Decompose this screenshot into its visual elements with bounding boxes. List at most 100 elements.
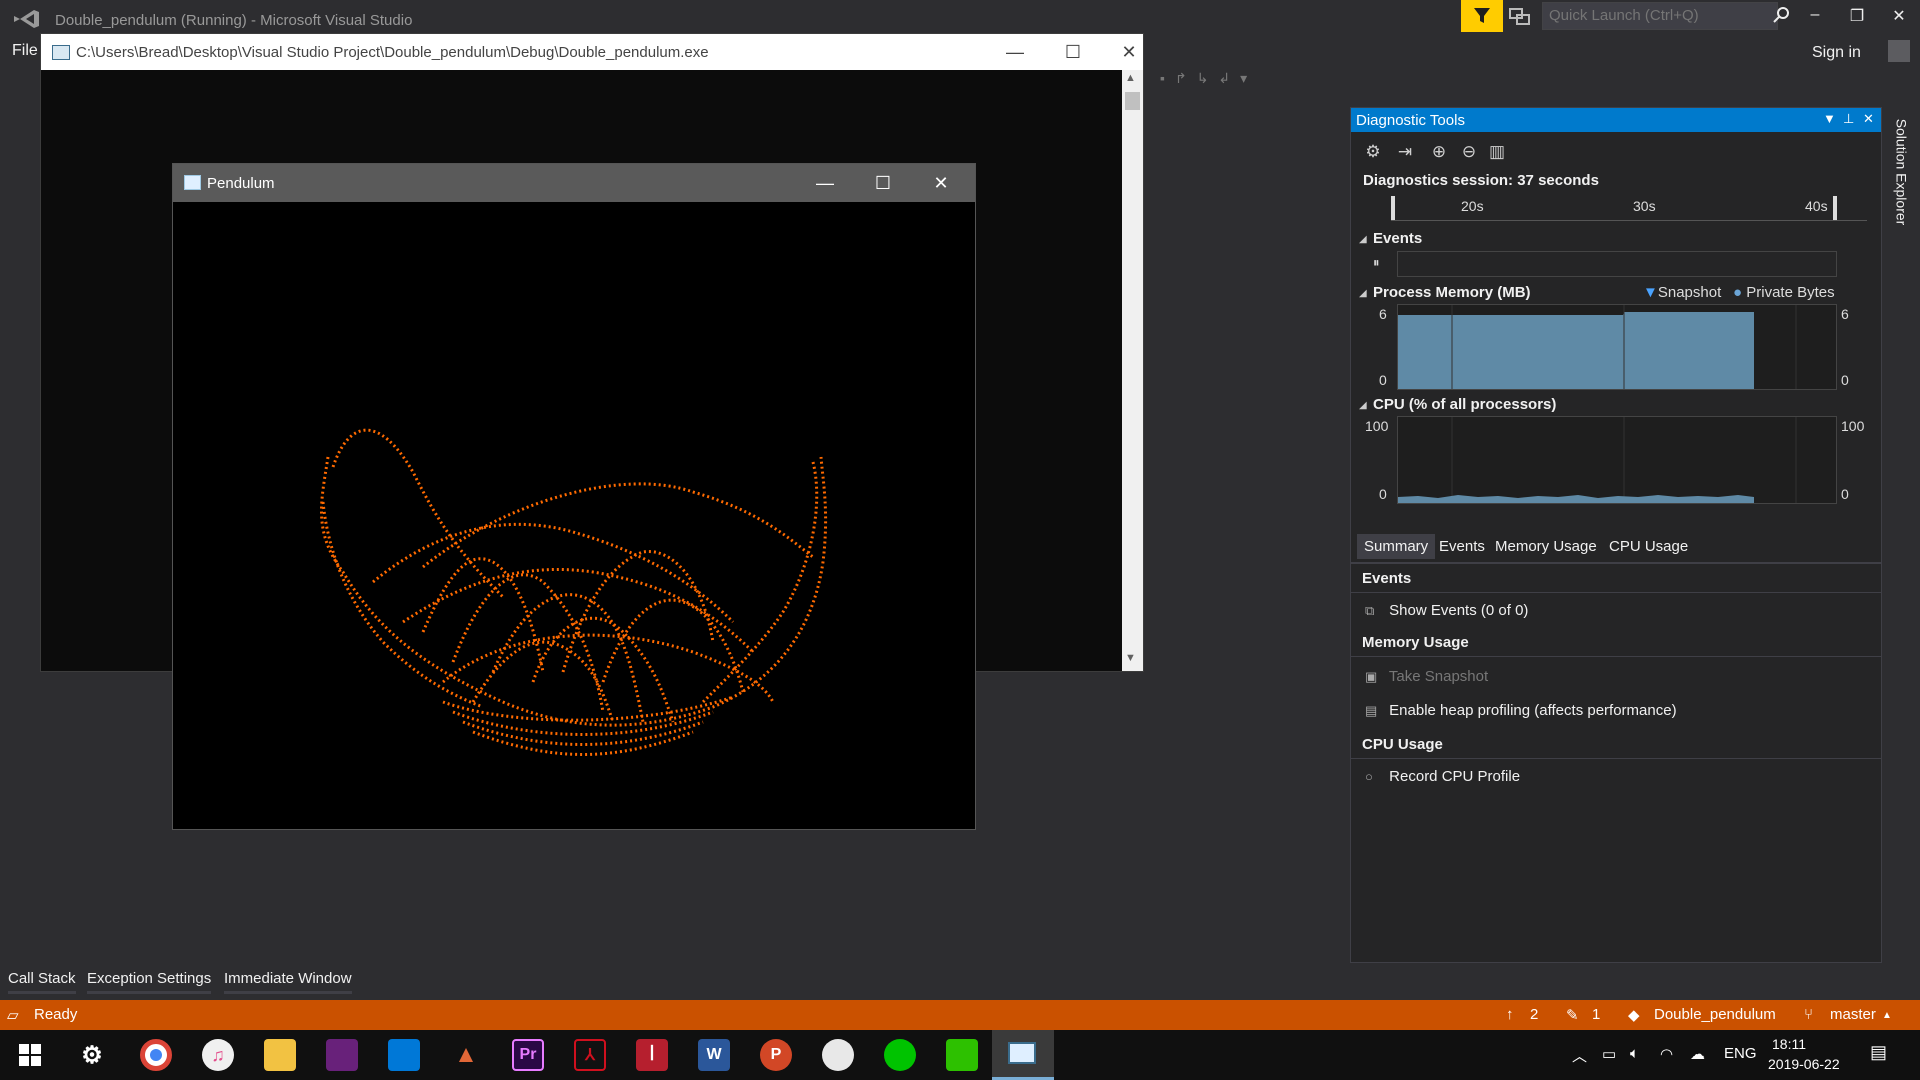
premiere-icon[interactable]: Pr (512, 1039, 544, 1071)
pendulum-close-button[interactable]: ✕ (919, 168, 963, 198)
feedback-icon[interactable] (1508, 7, 1532, 27)
filter-icon (1474, 8, 1490, 23)
collapse-triangle-icon[interactable]: ◢ (1359, 288, 1367, 299)
private-bytes-legend: ● Private Bytes (1733, 284, 1835, 301)
vs-minimize-button[interactable]: – (1800, 6, 1830, 28)
events-track[interactable] (1397, 251, 1837, 277)
tab-call-stack[interactable]: Call Stack (8, 970, 76, 994)
diagnostic-tools-header[interactable]: Diagnostic Tools ▼ ⊥ ✕ (1351, 108, 1881, 132)
vs-restore-button[interactable]: ❐ (1842, 6, 1872, 28)
pending-changes-count[interactable]: 1 (1592, 1006, 1600, 1023)
windows-logo-icon (19, 1044, 41, 1066)
itunes-icon[interactable]: ♫ (202, 1039, 234, 1071)
pendulum-titlebar[interactable]: Pendulum — ☐ ✕ (173, 164, 975, 202)
branch-icon[interactable]: ⑂ (1804, 1006, 1813, 1023)
collapse-triangle-icon[interactable]: ◢ (1359, 400, 1367, 411)
timeline-end-handle[interactable] (1833, 196, 1837, 220)
onedrive-icon[interactable]: ☁︎ (1690, 1045, 1705, 1063)
console-scrollbar[interactable]: ▲ ▼ (1122, 70, 1143, 671)
visual-studio-icon[interactable] (326, 1039, 358, 1071)
start-icon[interactable] (14, 1039, 46, 1071)
export-icon[interactable]: ⇥ (1395, 142, 1415, 162)
scroll-down-arrow-icon[interactable]: ▼ (1125, 652, 1136, 664)
tab-cpu-usage[interactable]: CPU Usage (1609, 538, 1688, 555)
process-memory-chart[interactable] (1397, 304, 1837, 390)
debug-toolbar-icons[interactable]: ▪↱↳↲▾ (1160, 70, 1257, 87)
tray-expand-icon[interactable]: ︿ (1572, 1045, 1587, 1066)
repo-icon[interactable]: ◆ (1628, 1006, 1640, 1024)
push-arrow-icon[interactable]: ↑ (1506, 1006, 1514, 1023)
pin-icon[interactable]: ⊥ (1843, 111, 1854, 127)
record-cpu-profile-button[interactable]: ○ Record CPU Profile (1365, 768, 1520, 785)
clock-time[interactable]: 18:11 (1772, 1036, 1806, 1052)
tab-immediate-window[interactable]: Immediate Window (224, 970, 352, 994)
pendulum-app-taskbar-button[interactable] (992, 1030, 1054, 1080)
tab-exception-settings[interactable]: Exception Settings (87, 970, 212, 994)
collapse-triangle-icon[interactable]: ◢ (1359, 234, 1367, 245)
mendeley-icon[interactable]: ꟾ (636, 1039, 668, 1071)
notification-icon[interactable]: ▤ (1870, 1042, 1887, 1063)
console-close-button[interactable]: ✕ (1107, 38, 1151, 66)
ruler-label: 40s (1805, 198, 1828, 214)
zoom-out-icon[interactable]: ⊖ (1459, 142, 1479, 162)
show-events-link[interactable]: ⧉ Show Events (0 of 0) (1365, 602, 1528, 619)
cpu-area (1398, 495, 1754, 503)
acrobat-icon[interactable]: ⅄ (574, 1039, 606, 1071)
clock-date[interactable]: 2019-06-22 (1768, 1056, 1840, 1072)
timeline-start-handle[interactable] (1391, 196, 1395, 220)
settings-gear-icon[interactable]: ⚙ (1363, 142, 1383, 162)
close-icon[interactable]: ✕ (1863, 111, 1874, 127)
chrome-icon[interactable] (140, 1039, 172, 1071)
matlab-icon[interactable]: ▲ (450, 1039, 482, 1071)
account-icon[interactable] (1888, 40, 1910, 62)
language-indicator[interactable]: ENG (1724, 1045, 1757, 1062)
camera-icon: ▣ (1365, 669, 1378, 684)
settings-icon[interactable]: ⚙ (76, 1039, 108, 1071)
scroll-up-arrow-icon[interactable]: ▲ (1125, 72, 1136, 84)
tab-summary[interactable]: Summary (1357, 534, 1436, 559)
console-maximize-button[interactable]: ☐ (1051, 38, 1095, 66)
solution-explorer-tab[interactable]: Solution Explorer (1888, 104, 1910, 244)
pause-icon[interactable]: ⏸ (1373, 255, 1380, 271)
take-snapshot-button[interactable]: ▣ Take Snapshot (1365, 668, 1488, 685)
zoom-in-icon[interactable]: ⊕ (1429, 142, 1449, 162)
console-titlebar[interactable]: C:\Users\Bread\Desktop\Visual Studio Pro… (41, 34, 1143, 70)
console-minimize-button[interactable]: — (993, 38, 1037, 66)
line-icon[interactable] (884, 1039, 916, 1071)
quick-launch-box[interactable] (1542, 2, 1778, 30)
feedback-filter-button[interactable] (1461, 0, 1503, 32)
menu-file[interactable]: File (12, 42, 38, 60)
output-icon[interactable]: ▱ (7, 1006, 19, 1024)
chart-settings-icon[interactable]: ▥ (1487, 142, 1507, 162)
heap-profiling-toggle[interactable]: ▤ Enable heap profiling (affects perform… (1365, 702, 1677, 719)
push-count[interactable]: 2 (1530, 1006, 1538, 1023)
word-icon[interactable]: W (698, 1039, 730, 1071)
cpu-chart[interactable] (1397, 416, 1837, 504)
record-icon: ○ (1365, 769, 1373, 784)
wifi-icon[interactable]: ◠ (1660, 1045, 1673, 1063)
vs-close-button[interactable]: ✕ (1884, 6, 1914, 28)
repo-name[interactable]: Double_pendulum (1654, 1006, 1776, 1023)
tab-events[interactable]: Events (1439, 538, 1485, 555)
vscode-icon[interactable] (388, 1039, 420, 1071)
dropdown-icon[interactable]: ▼ (1823, 111, 1836, 126)
pendulum-maximize-button[interactable]: ☐ (861, 168, 905, 198)
pencil-icon[interactable]: ✎ (1566, 1006, 1579, 1024)
powerpoint-icon[interactable]: P (760, 1039, 792, 1071)
summary-events-header: Events (1351, 564, 1881, 593)
quick-launch-input[interactable] (1543, 3, 1749, 27)
search-icon[interactable] (1772, 6, 1790, 24)
timeline-ruler[interactable]: 20s 30s 40s (1391, 196, 1867, 221)
battery-icon[interactable]: ▭ (1602, 1045, 1616, 1063)
branch-up-icon[interactable]: ▲ (1882, 1010, 1892, 1021)
file-explorer-icon[interactable] (264, 1039, 296, 1071)
volume-icon[interactable]: 🔈︎ (1630, 1045, 1639, 1062)
scrollbar-thumb[interactable] (1125, 92, 1140, 110)
wechat-icon[interactable] (946, 1039, 978, 1071)
branch-name[interactable]: master (1830, 1006, 1876, 1023)
pendulum-minimize-button[interactable]: — (803, 168, 847, 198)
tab-memory-usage[interactable]: Memory Usage (1495, 538, 1597, 555)
cpu-axis-max: 100 (1365, 418, 1389, 434)
sign-in-link[interactable]: Sign in (1812, 44, 1861, 62)
paint-icon[interactable] (822, 1039, 854, 1071)
